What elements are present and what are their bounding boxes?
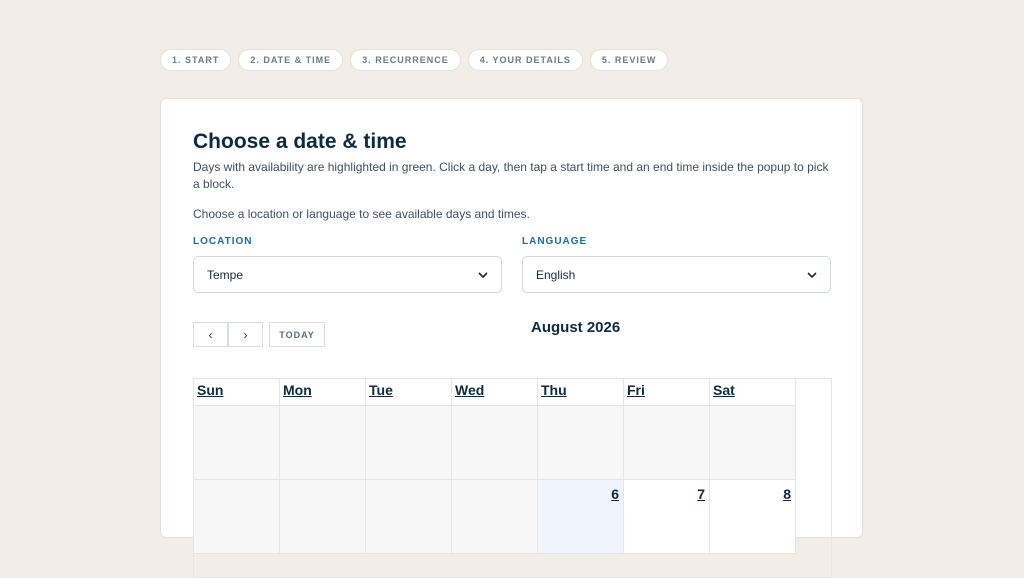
weekday-tue[interactable]: Tue bbox=[366, 379, 452, 406]
location-label: LOCATION bbox=[193, 236, 253, 247]
chevron-left-icon: ‹ bbox=[208, 327, 213, 342]
booking-card: Choose a date & time Days with availabil… bbox=[160, 98, 863, 578]
progress-steps: 1. START 2. DATE & TIME 3. RECURRENCE 4.… bbox=[160, 49, 669, 71]
calendar-week bbox=[194, 406, 796, 480]
calendar-week: 6 7 8 bbox=[194, 480, 796, 554]
calendar-day[interactable]: 8 bbox=[710, 480, 796, 554]
step-start[interactable]: 1. START bbox=[160, 49, 232, 71]
calendar-day bbox=[624, 406, 710, 480]
calendar-day bbox=[194, 406, 280, 480]
weekday-sat[interactable]: Sat bbox=[710, 379, 796, 406]
step-review[interactable]: 5. REVIEW bbox=[589, 49, 669, 71]
language-value: English bbox=[536, 267, 576, 282]
step-date-time[interactable]: 2. DATE & TIME bbox=[238, 49, 344, 71]
step-your-details[interactable]: 4. YOUR DETAILS bbox=[467, 49, 583, 71]
chevron-down-icon bbox=[807, 271, 817, 278]
prev-month-button[interactable]: ‹ bbox=[193, 322, 228, 347]
calendar-month-title: August 2026 bbox=[531, 319, 621, 336]
day-number[interactable]: 8 bbox=[783, 486, 791, 502]
day-number[interactable]: 7 bbox=[697, 486, 705, 502]
calendar-day bbox=[280, 406, 366, 480]
calendar-day bbox=[194, 480, 280, 554]
chevron-right-icon: › bbox=[243, 327, 248, 342]
page-title: Choose a date & time bbox=[193, 130, 407, 153]
language-label: LANGUAGE bbox=[522, 236, 588, 247]
step-recurrence[interactable]: 3. RECURRENCE bbox=[350, 49, 461, 71]
calendar-day bbox=[452, 480, 538, 554]
calendar-day bbox=[452, 406, 538, 480]
weekday-mon[interactable]: Mon bbox=[280, 379, 366, 406]
calendar-grid: Sun Mon Tue Wed Thu Fri Sat 6 7 8 bbox=[193, 378, 832, 578]
weekday-fri[interactable]: Fri bbox=[624, 379, 710, 406]
calendar-day[interactable]: 7 bbox=[624, 480, 710, 554]
day-number[interactable]: 6 bbox=[611, 486, 619, 502]
calendar-day bbox=[280, 480, 366, 554]
weekday-thu[interactable]: Thu bbox=[538, 379, 624, 406]
next-month-button[interactable]: › bbox=[228, 322, 263, 347]
weekday-wed[interactable]: Wed bbox=[452, 379, 538, 406]
chevron-down-icon bbox=[478, 271, 488, 278]
calendar-day bbox=[538, 406, 624, 480]
calendar-day bbox=[710, 406, 796, 480]
location-select[interactable]: Tempe bbox=[193, 256, 502, 293]
calendar-day bbox=[366, 406, 452, 480]
calendar-day-today[interactable]: 6 bbox=[538, 480, 624, 554]
hint-text: Choose a location or language to see ava… bbox=[193, 207, 530, 221]
weekday-sun[interactable]: Sun bbox=[194, 379, 280, 406]
intro-text: Days with availability are highlighted i… bbox=[193, 160, 829, 191]
language-select[interactable]: English bbox=[522, 256, 831, 293]
calendar-day bbox=[366, 480, 452, 554]
today-button[interactable]: TODAY bbox=[269, 322, 325, 347]
weekday-header: Sun Mon Tue Wed Thu Fri Sat bbox=[194, 379, 796, 406]
location-value: Tempe bbox=[207, 267, 244, 282]
